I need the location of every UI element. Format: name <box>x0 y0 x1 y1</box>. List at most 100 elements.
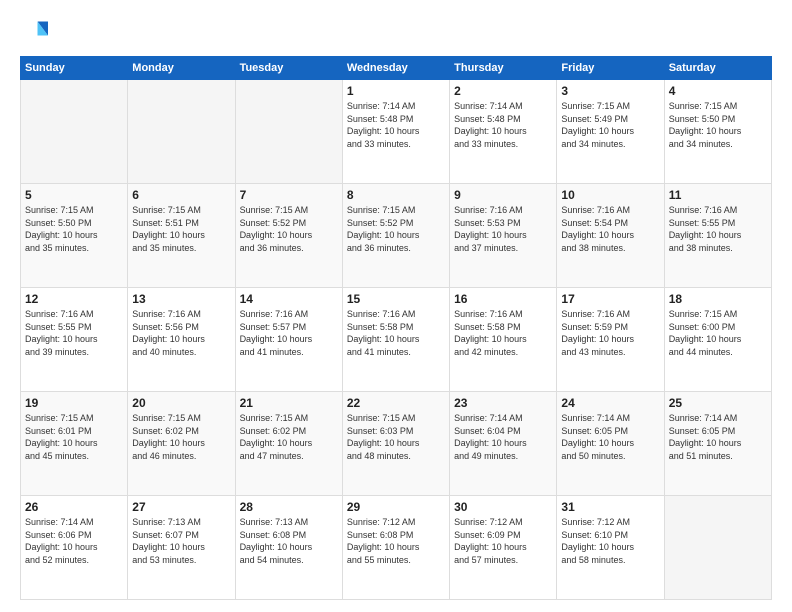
day-info: Sunrise: 7:16 AM Sunset: 5:55 PM Dayligh… <box>25 308 123 358</box>
day-number: 9 <box>454 188 552 202</box>
calendar-cell: 11 Sunrise: 7:16 AM Sunset: 5:55 PM Dayli… <box>664 184 771 288</box>
day-info: Sunrise: 7:15 AM Sunset: 5:51 PM Dayligh… <box>132 204 230 254</box>
calendar-cell: 15 Sunrise: 7:16 AM Sunset: 5:58 PM Dayli… <box>342 288 449 392</box>
day-info: Sunrise: 7:14 AM Sunset: 5:48 PM Dayligh… <box>454 100 552 150</box>
calendar-cell: 18 Sunrise: 7:15 AM Sunset: 6:00 PM Dayli… <box>664 288 771 392</box>
calendar-header-monday: Monday <box>128 57 235 80</box>
day-info: Sunrise: 7:16 AM Sunset: 5:56 PM Dayligh… <box>132 308 230 358</box>
day-info: Sunrise: 7:16 AM Sunset: 5:59 PM Dayligh… <box>561 308 659 358</box>
day-info: Sunrise: 7:15 AM Sunset: 5:50 PM Dayligh… <box>669 100 767 150</box>
day-number: 18 <box>669 292 767 306</box>
calendar-cell: 7Sunrise: 7:15 AM Sunset: 5:52 PM Daylig… <box>235 184 342 288</box>
week-row-3: 12 Sunrise: 7:16 AM Sunset: 5:55 PM Dayli… <box>21 288 772 392</box>
day-info: Sunrise: 7:16 AM Sunset: 5:58 PM Dayligh… <box>347 308 445 358</box>
day-number: 16 <box>454 292 552 306</box>
calendar-header-friday: Friday <box>557 57 664 80</box>
calendar-cell: 8 Sunrise: 7:15 AM Sunset: 5:52 PM Daylig… <box>342 184 449 288</box>
day-number: 24 <box>561 396 659 410</box>
day-number: 23 <box>454 396 552 410</box>
week-row-2: 5 Sunrise: 7:15 AM Sunset: 5:50 PM Daylig… <box>21 184 772 288</box>
calendar-cell: 28Sunrise: 7:13 AM Sunset: 6:08 PM Dayli… <box>235 496 342 600</box>
logo-icon <box>20 18 48 46</box>
calendar-cell: 20 Sunrise: 7:15 AM Sunset: 6:02 PM Dayli… <box>128 392 235 496</box>
calendar-cell: 13 Sunrise: 7:16 AM Sunset: 5:56 PM Dayli… <box>128 288 235 392</box>
day-info: Sunrise: 7:15 AM Sunset: 5:50 PM Dayligh… <box>25 204 123 254</box>
calendar-cell <box>235 80 342 184</box>
calendar-cell: 12 Sunrise: 7:16 AM Sunset: 5:55 PM Dayli… <box>21 288 128 392</box>
day-number: 22 <box>347 396 445 410</box>
day-info: Sunrise: 7:16 AM Sunset: 5:54 PM Dayligh… <box>561 204 659 254</box>
logo <box>20 18 52 46</box>
calendar-header-row: SundayMondayTuesdayWednesdayThursdayFrid… <box>21 57 772 80</box>
calendar-header-tuesday: Tuesday <box>235 57 342 80</box>
calendar-cell: 19 Sunrise: 7:15 AM Sunset: 6:01 PM Dayli… <box>21 392 128 496</box>
header <box>20 18 772 46</box>
calendar-cell: 17 Sunrise: 7:16 AM Sunset: 5:59 PM Dayli… <box>557 288 664 392</box>
day-info: Sunrise: 7:13 AM Sunset: 6:07 PM Dayligh… <box>132 516 230 566</box>
calendar-cell: 29 Sunrise: 7:12 AM Sunset: 6:08 PM Dayli… <box>342 496 449 600</box>
calendar-cell: 6Sunrise: 7:15 AM Sunset: 5:51 PM Daylig… <box>128 184 235 288</box>
day-info: Sunrise: 7:15 AM Sunset: 6:01 PM Dayligh… <box>25 412 123 462</box>
day-info: Sunrise: 7:15 AM Sunset: 6:03 PM Dayligh… <box>347 412 445 462</box>
calendar-cell: 16 Sunrise: 7:16 AM Sunset: 5:58 PM Dayli… <box>450 288 557 392</box>
day-number: 11 <box>669 188 767 202</box>
day-number: 20 <box>132 396 230 410</box>
day-info: Sunrise: 7:16 AM Sunset: 5:55 PM Dayligh… <box>669 204 767 254</box>
day-number: 3 <box>561 84 659 98</box>
day-info: Sunrise: 7:14 AM Sunset: 6:04 PM Dayligh… <box>454 412 552 462</box>
calendar-cell: 4 Sunrise: 7:15 AM Sunset: 5:50 PM Daylig… <box>664 80 771 184</box>
day-info: Sunrise: 7:15 AM Sunset: 6:00 PM Dayligh… <box>669 308 767 358</box>
calendar-cell: 30 Sunrise: 7:12 AM Sunset: 6:09 PM Dayli… <box>450 496 557 600</box>
day-number: 17 <box>561 292 659 306</box>
day-number: 28 <box>240 500 338 514</box>
day-number: 7 <box>240 188 338 202</box>
calendar-table: SundayMondayTuesdayWednesdayThursdayFrid… <box>20 56 772 600</box>
day-info: Sunrise: 7:16 AM Sunset: 5:58 PM Dayligh… <box>454 308 552 358</box>
day-info: Sunrise: 7:12 AM Sunset: 6:09 PM Dayligh… <box>454 516 552 566</box>
calendar-cell: 23 Sunrise: 7:14 AM Sunset: 6:04 PM Dayli… <box>450 392 557 496</box>
day-info: Sunrise: 7:12 AM Sunset: 6:08 PM Dayligh… <box>347 516 445 566</box>
day-info: Sunrise: 7:14 AM Sunset: 6:06 PM Dayligh… <box>25 516 123 566</box>
day-info: Sunrise: 7:15 AM Sunset: 5:52 PM Dayligh… <box>347 204 445 254</box>
day-info: Sunrise: 7:14 AM Sunset: 6:05 PM Dayligh… <box>669 412 767 462</box>
day-number: 13 <box>132 292 230 306</box>
page: SundayMondayTuesdayWednesdayThursdayFrid… <box>0 0 792 612</box>
calendar-header-thursday: Thursday <box>450 57 557 80</box>
calendar-cell: 26 Sunrise: 7:14 AM Sunset: 6:06 PM Dayli… <box>21 496 128 600</box>
day-number: 29 <box>347 500 445 514</box>
day-number: 4 <box>669 84 767 98</box>
day-info: Sunrise: 7:16 AM Sunset: 5:57 PM Dayligh… <box>240 308 338 358</box>
calendar-cell: 31 Sunrise: 7:12 AM Sunset: 6:10 PM Dayli… <box>557 496 664 600</box>
day-info: Sunrise: 7:15 AM Sunset: 5:49 PM Dayligh… <box>561 100 659 150</box>
day-info: Sunrise: 7:15 AM Sunset: 6:02 PM Dayligh… <box>240 412 338 462</box>
day-number: 21 <box>240 396 338 410</box>
day-info: Sunrise: 7:15 AM Sunset: 6:02 PM Dayligh… <box>132 412 230 462</box>
day-number: 27 <box>132 500 230 514</box>
calendar-cell: 21 Sunrise: 7:15 AM Sunset: 6:02 PM Dayli… <box>235 392 342 496</box>
calendar-cell <box>664 496 771 600</box>
calendar-cell: 14 Sunrise: 7:16 AM Sunset: 5:57 PM Dayli… <box>235 288 342 392</box>
day-number: 19 <box>25 396 123 410</box>
day-number: 2 <box>454 84 552 98</box>
day-number: 1 <box>347 84 445 98</box>
calendar-header-wednesday: Wednesday <box>342 57 449 80</box>
week-row-5: 26 Sunrise: 7:14 AM Sunset: 6:06 PM Dayli… <box>21 496 772 600</box>
day-info: Sunrise: 7:14 AM Sunset: 5:48 PM Dayligh… <box>347 100 445 150</box>
calendar-header-saturday: Saturday <box>664 57 771 80</box>
day-number: 26 <box>25 500 123 514</box>
calendar-cell: 2 Sunrise: 7:14 AM Sunset: 5:48 PM Daylig… <box>450 80 557 184</box>
day-number: 10 <box>561 188 659 202</box>
calendar-cell <box>128 80 235 184</box>
day-number: 12 <box>25 292 123 306</box>
day-number: 8 <box>347 188 445 202</box>
day-number: 15 <box>347 292 445 306</box>
week-row-1: 1 Sunrise: 7:14 AM Sunset: 5:48 PM Daylig… <box>21 80 772 184</box>
day-number: 14 <box>240 292 338 306</box>
day-info: Sunrise: 7:16 AM Sunset: 5:53 PM Dayligh… <box>454 204 552 254</box>
day-number: 31 <box>561 500 659 514</box>
day-number: 30 <box>454 500 552 514</box>
calendar-cell: 5 Sunrise: 7:15 AM Sunset: 5:50 PM Daylig… <box>21 184 128 288</box>
day-info: Sunrise: 7:12 AM Sunset: 6:10 PM Dayligh… <box>561 516 659 566</box>
calendar-cell: 3 Sunrise: 7:15 AM Sunset: 5:49 PM Daylig… <box>557 80 664 184</box>
day-number: 5 <box>25 188 123 202</box>
